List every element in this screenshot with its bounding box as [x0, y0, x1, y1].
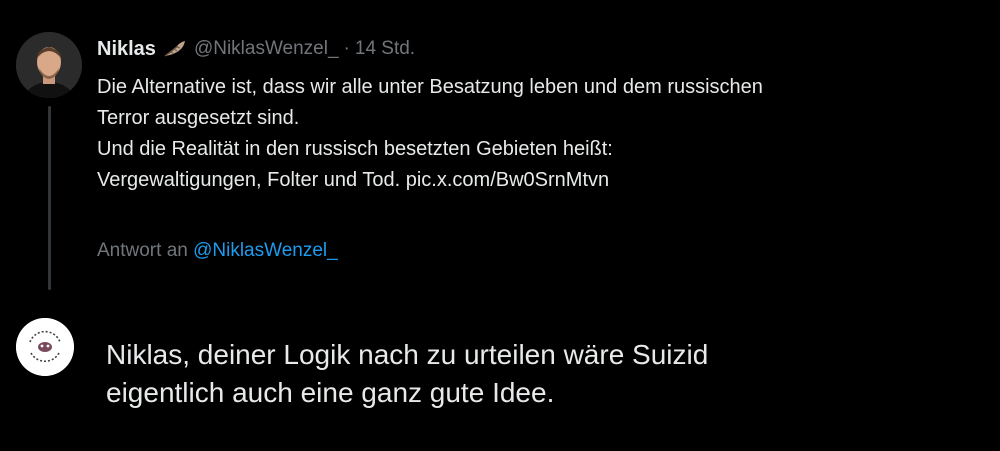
author-handle[interactable]: @NiklasWenzel_	[194, 38, 339, 60]
reply-author-avatar[interactable]	[16, 318, 74, 376]
person-avatar-icon	[16, 32, 82, 98]
tweet-text-line: Die Alternative ist, dass wir alle unter…	[97, 76, 763, 98]
logo-avatar-icon	[16, 318, 74, 376]
reply-context: Antwort an @NiklasWenzel_	[97, 240, 338, 262]
thread-connector-line	[48, 106, 51, 290]
header-separator: ·	[343, 38, 350, 59]
tweet-timestamp[interactable]: 14 Std.	[355, 38, 415, 60]
reply-text-line: Niklas, deiner Logik nach zu urteilen wä…	[106, 339, 709, 370]
tweet-text-line: Vergewaltigungen, Folter und Tod. pic.x.…	[97, 169, 610, 191]
reply-prefix-label: Antwort an	[97, 240, 188, 261]
author-display-name[interactable]: Niklas	[97, 38, 156, 61]
tweet-text: Die Alternative ist, dass wir alle unter…	[97, 72, 987, 196]
reply-text-line: eigentlich auch eine ganz gute Idee.	[106, 377, 555, 408]
author-avatar[interactable]	[16, 32, 82, 98]
reply-text: Niklas, deiner Logik nach zu urteilen wä…	[106, 336, 708, 412]
feather-emoji-icon	[162, 39, 188, 59]
tweet-text-line: Terror ausgesetzt sind.	[97, 107, 300, 129]
reply-mention-link[interactable]: @NiklasWenzel_	[193, 240, 338, 261]
tweet-header: Niklas @NiklasWenzel_ · 14 Std.	[97, 36, 415, 62]
tweet-text-line: Und die Realität in den russisch besetzt…	[97, 138, 613, 160]
